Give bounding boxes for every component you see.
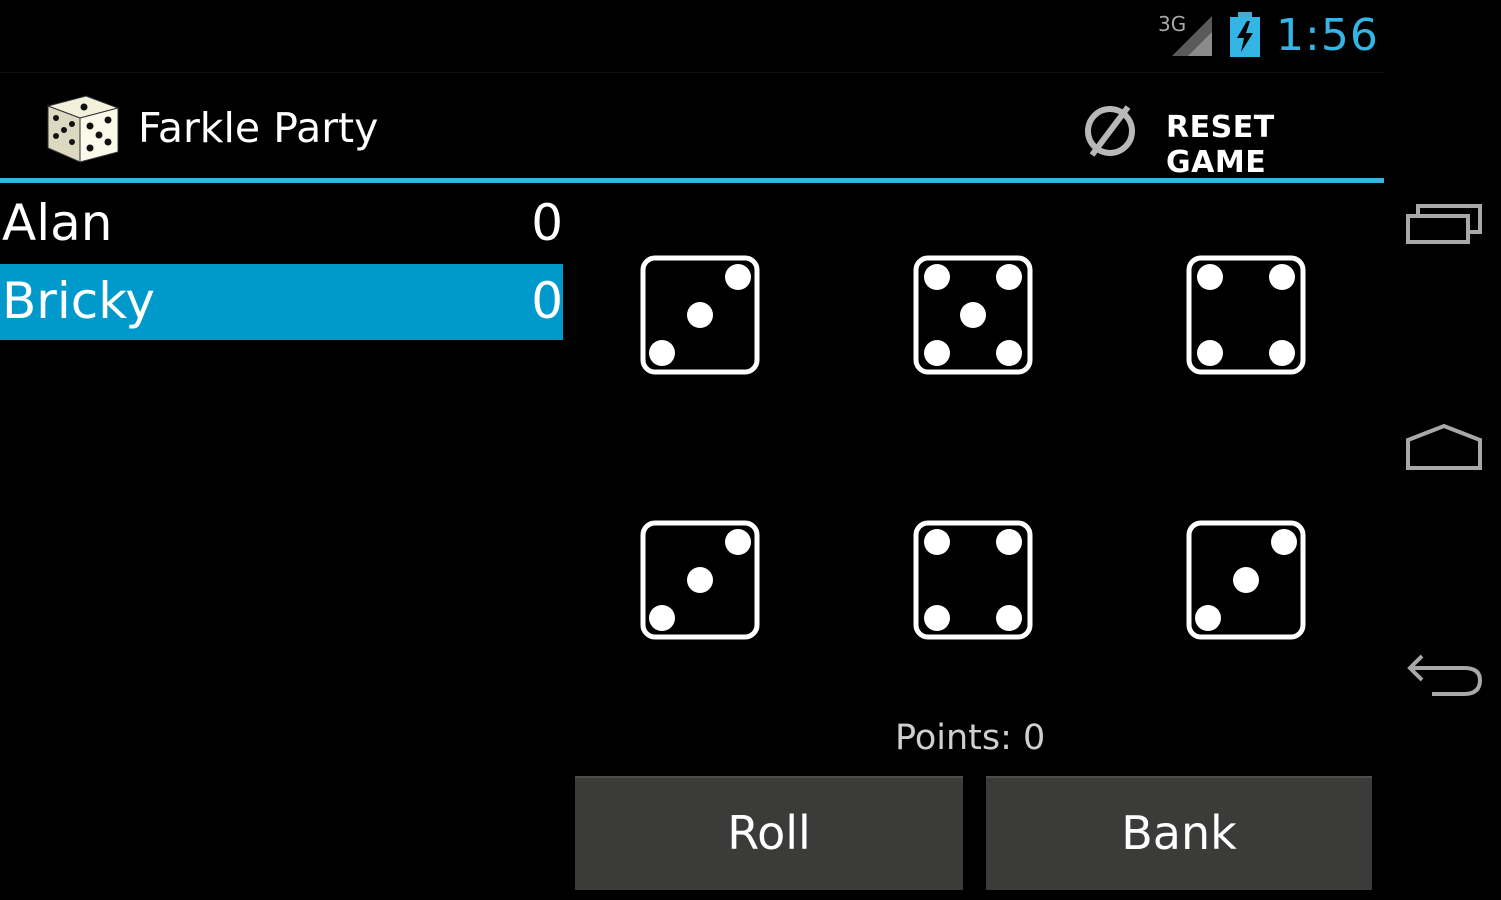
die-pip <box>1269 340 1295 366</box>
die-pip <box>996 529 1022 555</box>
player-row-bricky[interactable]: Bricky 0 <box>0 264 563 340</box>
die-pip <box>649 605 675 631</box>
recent-apps-icon[interactable] <box>1402 194 1486 264</box>
die-pip <box>924 605 950 631</box>
player-name: Bricky <box>2 272 156 330</box>
die-pip <box>1233 567 1259 593</box>
die-3[interactable] <box>1186 255 1306 375</box>
roll-button[interactable]: Roll <box>575 776 963 890</box>
reset-game-label: RESET GAME <box>1166 110 1275 180</box>
signal-strength-icon <box>1172 16 1212 56</box>
die-6[interactable] <box>1186 520 1306 640</box>
die-5[interactable] <box>913 520 1033 640</box>
navigation-bar <box>1384 0 1501 900</box>
die-pip <box>924 264 950 290</box>
die-pip <box>1197 264 1223 290</box>
player-score: 0 <box>531 272 563 330</box>
no-entry-icon <box>1085 105 1135 157</box>
player-score: 0 <box>531 194 563 252</box>
die-pip <box>649 340 675 366</box>
die-2[interactable] <box>913 255 1033 375</box>
die-pip <box>687 302 713 328</box>
action-bar-divider <box>0 178 1384 183</box>
points-label: Points: 0 <box>895 718 1046 758</box>
bank-button[interactable]: Bank <box>986 776 1372 890</box>
die-pip <box>725 264 751 290</box>
home-icon[interactable] <box>1402 412 1486 482</box>
die-pip <box>996 340 1022 366</box>
die-4[interactable] <box>640 520 760 640</box>
die-pip <box>1271 529 1297 555</box>
status-clock: 1:56 <box>1276 10 1379 61</box>
player-name: Alan <box>2 194 113 252</box>
die-pip <box>924 340 950 366</box>
die-pip <box>996 605 1022 631</box>
dice-icon <box>46 95 120 163</box>
die-pip <box>1269 264 1295 290</box>
die-pip <box>960 302 986 328</box>
screen: 3G 1:56 Farkle Party RESET GAME Alan 0 B… <box>0 0 1501 900</box>
reset-game-button[interactable]: RESET GAME <box>1070 95 1370 180</box>
die-pip <box>1195 605 1221 631</box>
die-pip <box>687 567 713 593</box>
battery-charging-icon <box>1230 12 1260 57</box>
back-icon[interactable] <box>1402 640 1486 710</box>
die-pip <box>924 529 950 555</box>
die-pip <box>1197 340 1223 366</box>
die-pip <box>725 529 751 555</box>
die-pip <box>996 264 1022 290</box>
player-row-alan[interactable]: Alan 0 <box>0 186 563 262</box>
die-1[interactable] <box>640 255 760 375</box>
app-title: Farkle Party <box>138 104 379 152</box>
